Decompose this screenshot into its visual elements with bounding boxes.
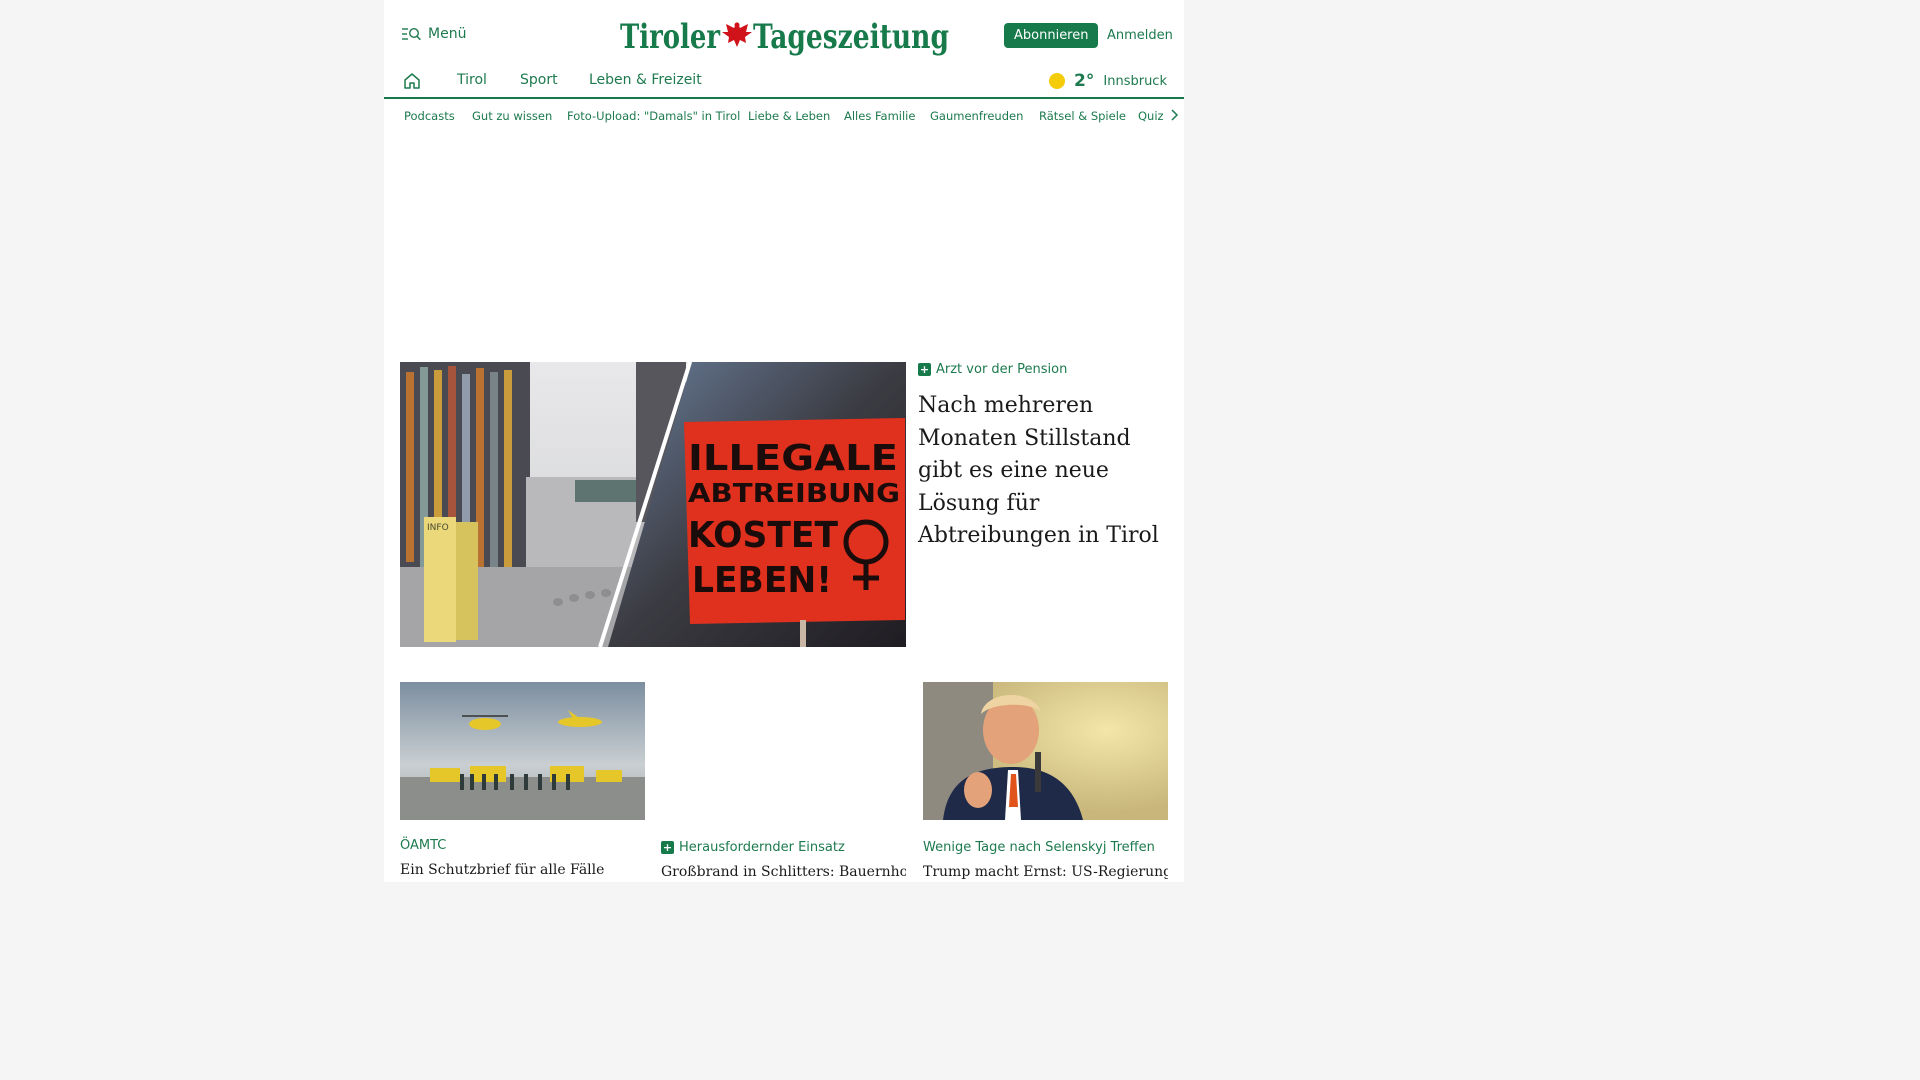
teaser-image-placeholder — [661, 682, 906, 820]
weather-city: Innsbruck — [1103, 73, 1167, 89]
teaser-headline[interactable]: Trump macht Ernst: US-Regierung — [923, 863, 1168, 881]
subnav-item-raetsel-spiele[interactable]: Rätsel & Spiele — [1039, 109, 1126, 123]
menu-label: Menü — [428, 26, 467, 42]
teaser-kicker-label: Herausfordernder Einsatz — [679, 840, 845, 855]
weather-temperature: 2° — [1074, 71, 1095, 91]
subnav-item-liebe-leben[interactable]: Liebe & Leben — [748, 109, 830, 123]
svg-text:ILLEGALE: ILLEGALE — [688, 438, 898, 479]
teaser-headline[interactable]: Großbrand in Schlitters: Bauernhof in — [661, 863, 906, 881]
page: Menü Tiroler Tageszeitung Abonnieren Anm… — [384, 0, 1184, 882]
sub-nav: Podcasts Gut zu wissen Foto-Upload: "Dam… — [384, 100, 1184, 132]
teaser-headline[interactable]: Ein Schutzbrief für alle Fälle — [400, 861, 645, 879]
subnav-item-alles-familie[interactable]: Alles Familie — [844, 109, 915, 123]
top-bar: Menü Tiroler Tageszeitung Abonnieren Anm… — [384, 0, 1184, 66]
teaser-image[interactable] — [400, 682, 645, 820]
logo-text-right: Tageszeitung — [753, 17, 949, 57]
teaser-kicker: + Herausfordernder Einsatz — [661, 840, 906, 855]
lead-headline[interactable]: Nach mehreren Monaten Stillstand gibt es… — [918, 390, 1168, 553]
premium-plus-icon: + — [918, 363, 931, 376]
lead-article-text: + Arzt vor der Pension Nach mehreren Mon… — [918, 362, 1168, 553]
svg-text:ABTREIBUNG: ABTREIBUNG — [688, 479, 900, 509]
teaser-card[interactable]: ÖAMTC Ein Schutzbrief für alle Fälle — [400, 682, 645, 879]
subnav-item-podcasts[interactable]: Podcasts — [404, 109, 455, 123]
login-link[interactable]: Anmelden — [1107, 28, 1173, 43]
main-nav: Tirol Sport Leben & Freizeit 2° Innsbruc… — [384, 66, 1184, 99]
chevron-right-icon[interactable] — [1169, 108, 1179, 122]
menu-button[interactable]: Menü — [402, 26, 466, 42]
svg-text:LEBEN!: LEBEN! — [692, 560, 832, 601]
teaser-kicker-label: ÖAMTC — [400, 838, 447, 853]
lead-kicker: + Arzt vor der Pension — [918, 362, 1168, 377]
nav-item-tirol[interactable]: Tirol — [457, 72, 487, 88]
teaser-image[interactable] — [923, 682, 1168, 820]
info-sign-text: INFO — [427, 523, 449, 533]
nav-item-leben-freizeit[interactable]: Leben & Freizeit — [589, 72, 702, 88]
logo-text-left: Tiroler — [620, 17, 721, 57]
subnav-item-foto-upload[interactable]: Foto-Upload: "Damals" in Tirol — [567, 109, 740, 123]
teaser-card[interactable]: Wenige Tage nach Selenskyj Treffen Trump… — [923, 682, 1168, 881]
lead-article-image[interactable]: INFO ILLEGALE ABTREIBUNG KOSTET LEBEN! — [400, 362, 906, 647]
weather-widget[interactable]: 2° Innsbruck — [1049, 71, 1167, 91]
eagle-icon — [722, 22, 752, 47]
subnav-item-gut-zu-wissen[interactable]: Gut zu wissen — [472, 109, 552, 123]
premium-plus-icon: + — [661, 841, 674, 854]
menu-search-icon — [402, 27, 421, 41]
subnav-item-quiz[interactable]: Quiz — [1138, 109, 1164, 123]
home-icon[interactable] — [403, 72, 421, 90]
sun-icon — [1049, 73, 1066, 89]
nav-item-sport[interactable]: Sport — [520, 72, 558, 88]
ad-slot — [384, 132, 1184, 342]
lead-kicker-label: Arzt vor der Pension — [936, 362, 1068, 377]
teaser-kicker: ÖAMTC — [400, 838, 645, 853]
teaser-kicker-label: Wenige Tage nach Selenskyj Treffen — [923, 840, 1155, 855]
teaser-kicker: Wenige Tage nach Selenskyj Treffen — [923, 840, 1168, 855]
svg-text:KOSTET: KOSTET — [688, 515, 838, 556]
subscribe-button[interactable]: Abonnieren — [1004, 23, 1099, 48]
site-logo[interactable]: Tiroler Tageszeitung — [620, 10, 950, 60]
subnav-item-gaumenfreuden[interactable]: Gaumenfreuden — [930, 109, 1023, 123]
teaser-card[interactable]: + Herausfordernder Einsatz Großbrand in … — [661, 682, 906, 881]
